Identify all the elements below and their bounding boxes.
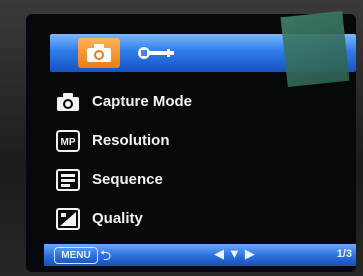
wrench-icon [138,47,174,59]
screen-protector-tab [280,10,350,88]
mp-icon-text: MP [61,137,76,148]
menu-item-label: Sequence [92,171,163,188]
settings-menu: Capture Mode MP Resolution Sequence Qual… [56,82,296,238]
return-arrow-icon: ⮌ [100,247,112,263]
quality-icon [56,207,80,230]
menu-button[interactable]: MENU [54,247,98,264]
tab-camera[interactable] [78,38,120,68]
menu-item-capture-mode[interactable]: Capture Mode [56,82,296,121]
camera-icon [87,44,111,62]
menu-item-resolution[interactable]: MP Resolution [56,121,296,160]
sequence-icon [56,168,80,191]
menu-item-label: Quality [92,210,143,227]
menu-item-label: Resolution [92,132,170,149]
mp-icon: MP [56,129,80,152]
bottom-control-bar: MENU ⮌ ◀▼▶ 1/3 [44,244,356,266]
camera-icon [56,91,80,113]
menu-item-label: Capture Mode [92,93,193,110]
menu-item-quality[interactable]: Quality [56,199,296,238]
menu-item-sequence[interactable]: Sequence [56,160,296,199]
page-indicator: 1/3 [336,248,352,260]
left-down-right-arrows-icon: ◀▼▶ [214,246,259,261]
tab-setup[interactable] [134,38,180,68]
